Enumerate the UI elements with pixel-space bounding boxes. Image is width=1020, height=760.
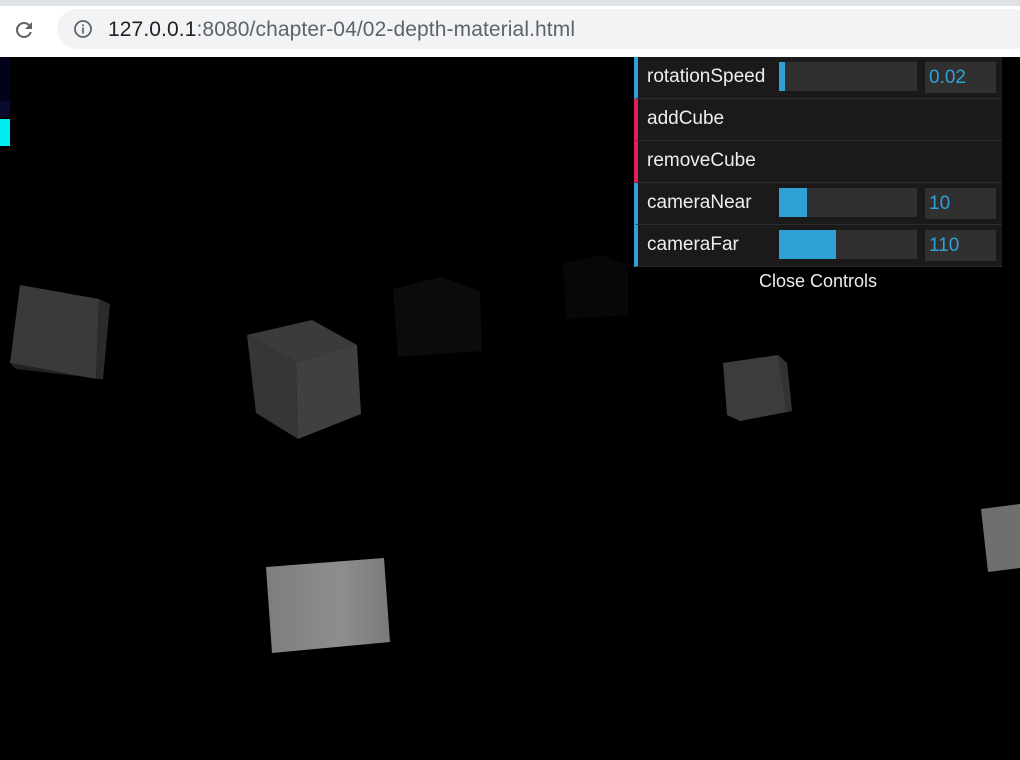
camera-near-slider[interactable] (779, 188, 917, 217)
cube (981, 504, 1020, 572)
control-rotation-speed: rotationSpeed 0.02 (634, 57, 1002, 99)
close-controls-button[interactable]: Close Controls (634, 267, 1002, 293)
slider-fill (779, 62, 785, 91)
control-label: addCube (647, 108, 725, 129)
cube (563, 255, 628, 319)
cube (266, 558, 390, 653)
control-label: rotationSpeed (647, 66, 766, 87)
cube (723, 355, 792, 421)
url-text: 127.0.0.1:8080/chapter-04/02-depth-mater… (108, 18, 575, 42)
url-host: 127.0.0.1 (108, 18, 197, 41)
slider-fill (779, 188, 807, 217)
camera-far-input[interactable]: 110 (925, 230, 996, 261)
cube (393, 277, 482, 357)
camera-near-input[interactable]: 10 (925, 188, 996, 219)
control-camera-near: cameraNear 10 (634, 183, 1002, 225)
control-label: removeCube (647, 150, 756, 171)
camera-far-slider[interactable] (779, 230, 917, 259)
control-label: cameraNear (647, 192, 752, 213)
control-label: cameraFar (647, 234, 739, 255)
rotation-speed-input[interactable]: 0.02 (925, 62, 996, 93)
info-icon[interactable] (73, 19, 93, 39)
rotation-speed-slider[interactable] (779, 62, 917, 91)
add-cube-button[interactable]: addCube (634, 99, 1002, 141)
reload-icon[interactable] (8, 14, 40, 46)
address-bar[interactable]: 127.0.0.1:8080/chapter-04/02-depth-mater… (57, 9, 1020, 49)
controls-panel: rotationSpeed 0.02 addCube removeCube ca… (634, 57, 1002, 293)
cube (247, 320, 361, 439)
slider-fill (779, 230, 836, 259)
remove-cube-button[interactable]: removeCube (634, 141, 1002, 183)
cube (10, 285, 110, 379)
control-camera-far: cameraFar 110 (634, 225, 1002, 267)
webgl-canvas[interactable]: rotationSpeed 0.02 addCube removeCube ca… (0, 57, 1020, 760)
browser-toolbar: 127.0.0.1:8080/chapter-04/02-depth-mater… (0, 6, 1020, 57)
url-path: :8080/chapter-04/02-depth-material.html (196, 18, 576, 41)
